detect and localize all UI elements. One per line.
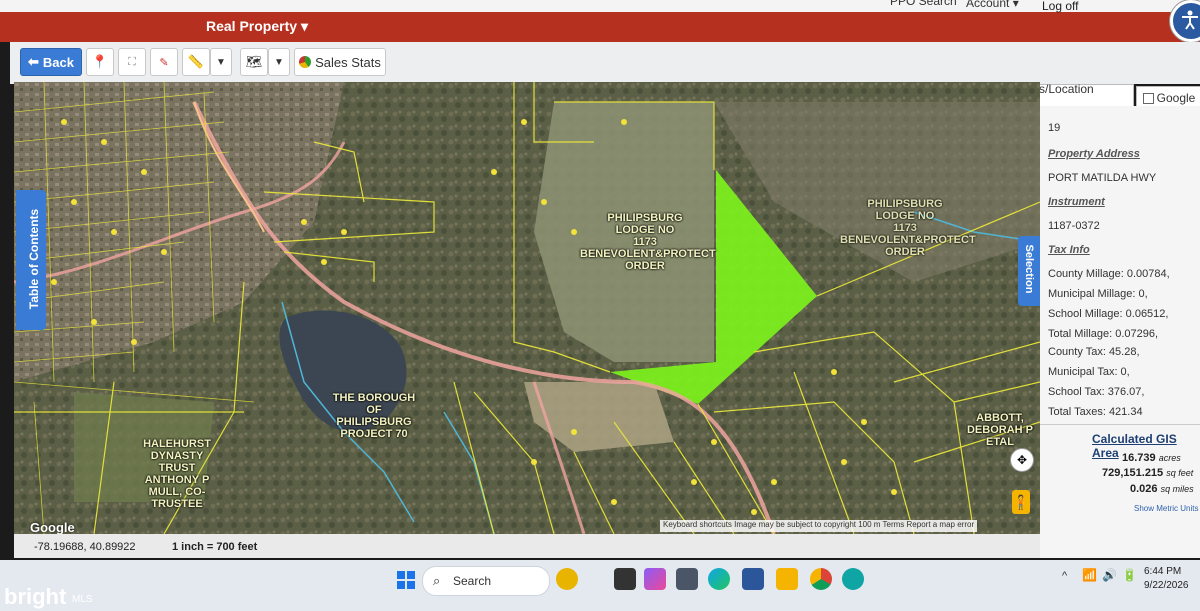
tax-line: Total Taxes: 421.34 (1048, 406, 1143, 418)
word-icon[interactable] (742, 568, 764, 590)
clear-button[interactable]: ✎ (150, 48, 178, 76)
property-address-heading: Property Address (1048, 148, 1140, 160)
tax-line: School Tax: 376.07, (1048, 386, 1145, 398)
property-address-value: PORT MATILDA HWY (1048, 172, 1157, 184)
gis-sqmi: 0.026 sq miles (1130, 483, 1194, 495)
map-label-halehurst: HALEHURST DYNASTY TRUST ANTHONY P MULL, … (143, 438, 211, 510)
arrow-left-icon: ⬅ (28, 54, 39, 69)
clock-time[interactable]: 6:44 PM (1144, 566, 1181, 577)
app-menu-bar (0, 12, 1200, 42)
taskbar-search[interactable]: ⌕ Search (422, 566, 550, 596)
map-label-lodge-2: PHILIPSBURG LODGE NO 1173 BENEVOLENT&PRO… (840, 198, 976, 258)
layers-icon: 🗺 (245, 54, 263, 69)
tax-line: Municipal Tax: 0, (1048, 366, 1130, 378)
tax-line: County Millage: 0.00784, (1048, 268, 1170, 280)
coordinates-readout: -78.19688, 40.89922 (34, 541, 136, 553)
chevron-down-icon: ▾ (1012, 0, 1019, 10)
property-partial-value: 19 (1048, 122, 1061, 134)
google-logo: Google (30, 520, 75, 534)
brightmls-watermark-sub: MLS (72, 594, 93, 605)
show-metric-units-link[interactable]: Show Metric Units (1134, 504, 1198, 513)
expand-icon: ⛶ (128, 55, 136, 68)
chevron-down-icon: ▾ (300, 18, 308, 34)
tax-info-heading: Tax Info (1048, 244, 1090, 256)
measure-dropdown[interactable]: ▼ (210, 48, 232, 76)
scale-readout: 1 inch = 700 feet (172, 541, 258, 553)
map-pin-icon: 📍 (91, 54, 109, 69)
instrument-heading: Instrument (1048, 196, 1105, 208)
file-explorer-icon[interactable] (776, 568, 798, 590)
task-view-icon[interactable] (614, 568, 636, 590)
taskbar (0, 560, 1200, 611)
measure-button[interactable]: 📏 (182, 48, 210, 76)
chrome-icon[interactable] (810, 568, 832, 590)
search-icon: ⌕ (433, 573, 441, 588)
divider (1040, 424, 1200, 425)
tax-line: School Millage: 0.06512, (1048, 308, 1169, 320)
edge-icon[interactable] (708, 568, 730, 590)
gis-sqft: 729,151.215 sq feet (1102, 467, 1194, 479)
wifi-icon[interactable]: 📶 (1082, 568, 1097, 582)
ruler-icon: 📏 (187, 54, 205, 69)
chevron-down-icon: ▼ (216, 56, 226, 68)
checkbox-icon (1142, 92, 1154, 104)
table-of-contents-tab[interactable]: Table of Contents (16, 190, 46, 330)
chevron-down-icon: ▼ (274, 56, 284, 68)
menu-logoff[interactable]: Log off (1042, 0, 1078, 13)
chevron-up-icon[interactable]: ^ (1062, 570, 1067, 582)
tax-line: Total Millage: 0.07296, (1048, 328, 1159, 340)
map-label-lodge: PHILIPSBURG LODGE NO 1173 BENEVOLENT&PRO… (580, 212, 716, 272)
volume-icon[interactable]: 🔊 (1102, 568, 1117, 582)
instrument-value: 1187-0372 (1048, 220, 1100, 232)
brightmls-watermark: bright (4, 584, 67, 609)
store-icon[interactable] (676, 568, 698, 590)
tax-line: County Tax: 45.28, (1048, 346, 1140, 358)
status-bar-right (1040, 534, 1200, 558)
map-label-borough: THE BOROUGH OF PHILIPSBURG PROJECT 70 (332, 392, 416, 440)
menu-real-property[interactable]: Real Property ▾ (206, 18, 308, 35)
browser-icon[interactable] (842, 568, 864, 590)
map-label-abbott: ABBOTT, DEBORAH P ETAL (966, 412, 1033, 448)
widgets-icon[interactable] (556, 568, 578, 590)
back-button[interactable]: ⬅ Back (20, 48, 82, 76)
sales-stats-button[interactable]: Sales Stats (294, 48, 386, 76)
layers-button[interactable]: 🗺 (240, 48, 268, 76)
locate-button[interactable]: 📍 (86, 48, 114, 76)
pie-chart-icon (299, 56, 312, 68)
status-bar (14, 534, 1040, 558)
menu-account[interactable]: Account ▾ (966, 0, 1019, 10)
layers-dropdown[interactable]: ▼ (268, 48, 290, 76)
street-view-icon[interactable]: 🧍 (1012, 490, 1030, 514)
windows-start-icon[interactable] (396, 570, 416, 590)
clock-date[interactable]: 9/22/2026 (1144, 580, 1189, 591)
gis-acres: 16.739 acres (1122, 452, 1181, 464)
copilot-icon[interactable] (644, 568, 666, 590)
menu-search[interactable]: PPO Search (890, 0, 957, 8)
compass-icon[interactable]: ✥ (1010, 448, 1034, 472)
selection-tab[interactable]: Selection (1018, 236, 1040, 306)
full-extent-button[interactable]: ⛶ (118, 48, 146, 76)
map-view[interactable]: PHILIPSBURG LODGE NO 1173 BENEVOLENT&PRO… (14, 82, 1040, 534)
tax-line: Municipal Millage: 0, (1048, 288, 1148, 300)
battery-icon[interactable]: 🔋 (1122, 568, 1137, 582)
eraser-icon: ✎ (159, 56, 169, 69)
map-attribution[interactable]: Keyboard shortcuts Image may be subject … (660, 520, 978, 532)
